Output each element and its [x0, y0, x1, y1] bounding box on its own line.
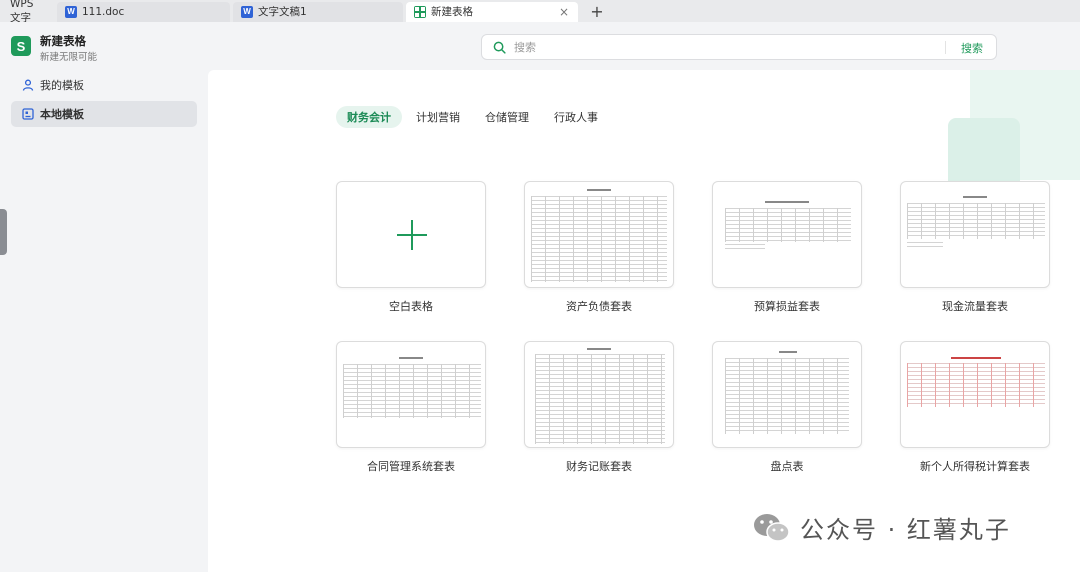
local-template-icon	[22, 108, 34, 120]
template-thumbnail[interactable]	[336, 181, 486, 288]
watermark: 公众号 · 红薯丸子	[752, 510, 1011, 545]
template-label: 新个人所得税计算套表	[920, 460, 1030, 473]
template-card-balance-sheet[interactable]: 资产负债套表	[524, 181, 674, 314]
template-label: 合同管理系统套表	[367, 460, 455, 473]
header: S 新建表格 新建无限可能 搜索	[0, 22, 1080, 70]
search-button[interactable]: 搜索	[961, 40, 983, 56]
sidebar-item-local-templates[interactable]: 本地模板	[11, 101, 197, 127]
sheet-preview	[907, 203, 1045, 239]
search-divider	[945, 41, 946, 54]
sheet-preview	[725, 208, 851, 242]
sheet-preview	[531, 196, 667, 282]
template-card-blank[interactable]: 空白表格	[336, 181, 486, 314]
template-label: 财务记账套表	[566, 460, 632, 473]
search-input[interactable]	[514, 38, 934, 56]
tab-wps-writer[interactable]: WPS 文字	[0, 0, 54, 24]
tab-label: 新建表格	[431, 6, 473, 18]
sheet-preview	[907, 363, 1045, 407]
template-label: 盘点表	[770, 460, 804, 473]
sidebar-item-my-templates[interactable]: 我的模板	[11, 72, 197, 98]
sidebar-item-label: 本地模板	[40, 108, 84, 121]
sidebar-collapse-handle[interactable]	[0, 209, 7, 255]
search-icon	[493, 41, 506, 54]
watermark-text: 公众号 · 红薯丸子	[800, 516, 1011, 544]
word-doc-icon: W	[241, 5, 253, 18]
template-label: 预算损益套表	[754, 300, 820, 313]
wechat-icon	[754, 513, 790, 542]
sheet-preview	[725, 358, 849, 434]
word-doc-icon: W	[65, 5, 77, 18]
app-subtitle: 新建无限可能	[40, 52, 98, 63]
sheet-title-line	[399, 357, 423, 359]
template-card-bookkeeping[interactable]: 财务记账套表	[524, 341, 674, 474]
template-thumbnail[interactable]	[900, 341, 1050, 448]
sheet-title-line	[587, 348, 611, 350]
template-card-inventory-count[interactable]: 盘点表	[712, 341, 862, 474]
template-card-contract-management[interactable]: 合同管理系统套表	[336, 341, 486, 474]
search-box[interactable]: 搜索	[481, 34, 997, 60]
sheet-title-line	[963, 196, 987, 198]
tab-finance-accounting[interactable]: 财务会计	[336, 106, 402, 128]
close-icon[interactable]: ×	[559, 5, 569, 19]
template-card-cash-flow[interactable]: 现金流量套表	[900, 181, 1050, 314]
template-thumbnail[interactable]	[712, 341, 862, 448]
category-tabs: 财务会计 计划营销 仓储管理 行政人事	[336, 106, 612, 128]
sidebar-item-label: 我的模板	[40, 79, 84, 92]
spreadsheet-logo-icon: S	[11, 36, 31, 56]
sheet-title-line	[951, 357, 1001, 359]
plus-icon-stem	[411, 220, 413, 250]
tab-label: 文字文稿1	[258, 6, 307, 18]
sheet-preview	[343, 364, 481, 418]
template-thumbnail[interactable]	[336, 341, 486, 448]
template-label: 空白表格	[389, 300, 433, 313]
sidebar: 我的模板 本地模板	[0, 70, 208, 572]
sheet-preview	[535, 354, 665, 444]
tab-admin-hr[interactable]: 行政人事	[543, 106, 609, 128]
tab-text-document-1[interactable]: W 文字文稿1	[233, 1, 403, 22]
template-card-income-tax-calc[interactable]: 新个人所得税计算套表	[900, 341, 1050, 474]
sheet-notes	[907, 242, 943, 250]
spreadsheet-icon	[414, 5, 426, 18]
tab-new-spreadsheet[interactable]: 新建表格 ×	[406, 1, 578, 22]
tab-planning-marketing[interactable]: 计划营销	[405, 106, 471, 128]
tab-label: 111.doc	[82, 5, 125, 18]
template-label: 资产负债套表	[566, 300, 632, 313]
template-thumbnail[interactable]	[524, 181, 674, 288]
new-tab-button[interactable]: +	[585, 1, 609, 21]
template-label: 现金流量套表	[942, 300, 1008, 313]
template-thumbnail[interactable]	[524, 341, 674, 448]
sheet-title-line	[587, 189, 611, 191]
app-title: 新建表格	[40, 34, 86, 48]
sheet-title-line	[765, 201, 809, 203]
sheet-title-line	[779, 351, 797, 353]
template-card-budget-profit-loss[interactable]: 预算损益套表	[712, 181, 862, 314]
template-thumbnail[interactable]	[900, 181, 1050, 288]
user-icon	[22, 79, 34, 91]
template-panel: 财务会计 计划营销 仓储管理 行政人事 空白表格 资产负债套表 预算损益套表 现…	[208, 70, 1080, 572]
template-thumbnail[interactable]	[712, 181, 862, 288]
tab-bar: WPS 文字 W 111.doc W 文字文稿1 新建表格 × +	[0, 0, 1080, 24]
tab-warehouse-management[interactable]: 仓储管理	[474, 106, 540, 128]
tab-111-doc[interactable]: W 111.doc	[57, 1, 230, 22]
sheet-notes	[725, 244, 765, 252]
